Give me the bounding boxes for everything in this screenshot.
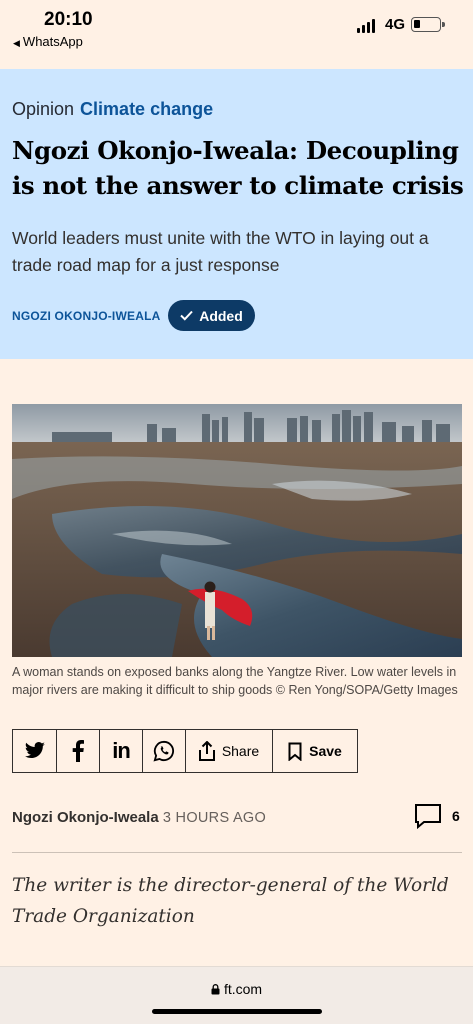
twitter-icon [24,742,45,759]
back-to-app-link[interactable]: ◀ WhatsApp [13,34,83,49]
comment-icon [415,804,441,830]
facebook-icon [72,740,84,762]
signal-icon [357,19,375,33]
article-main-image [12,404,462,657]
follow-added-button[interactable]: Added [168,300,255,331]
share-twitter-button[interactable] [13,730,57,772]
share-facebook-button[interactable] [57,730,100,772]
divider [12,852,462,853]
article-kicker: Opinion Climate change [12,99,213,120]
follow-added-label: Added [199,307,243,324]
comments-button[interactable] [414,803,442,834]
author-tag-link[interactable]: NGOZI OKONJO-IWEALA [12,309,160,323]
back-arrow-icon: ◀ [13,38,20,48]
article-headline: Ngozi Okonjo-Iweala: Decoupling is not t… [12,136,464,200]
byline-author-link[interactable]: Ngozi Okonjo-Iweala [12,809,159,826]
image-caption: A woman stands on exposed banks along th… [12,665,458,697]
share-button[interactable]: Share [186,730,273,772]
share-icon [198,741,215,761]
bookmark-icon [288,742,302,761]
home-indicator[interactable] [152,1009,322,1014]
battery-icon [411,17,445,32]
save-button[interactable]: Save [273,730,357,772]
lock-icon [211,984,220,995]
check-icon [180,310,193,321]
kicker-topic-link[interactable]: Climate change [80,99,213,119]
url-bar[interactable]: ft.com [0,981,473,997]
url-text: ft.com [223,981,263,997]
status-time: 20:10 [44,9,93,30]
share-linkedin-button[interactable]: in [100,730,143,772]
comment-count[interactable]: 6 [452,808,460,824]
byline: Ngozi Okonjo-Iweala 3 HOURS AGO [12,809,266,826]
kicker-opinion-link[interactable]: Opinion [12,99,74,119]
writer-note: The writer is the director-general of th… [12,875,449,927]
network-type: 4G [385,16,406,33]
share-whatsapp-button[interactable] [143,730,186,772]
whatsapp-icon [153,740,175,762]
browser-bottom-bar: ft.com [0,966,473,1024]
linkedin-icon: in [112,738,131,763]
article-header: Opinion Climate change Ngozi Okonjo-Iweal… [0,69,473,359]
share-label: Share [221,743,260,759]
save-label: Save [309,743,342,759]
byline-time: 3 HOURS AGO [162,810,267,826]
share-toolbar: in Share Save [12,729,358,773]
back-app-label: WhatsApp [22,34,83,49]
status-bar: 20:10 ◀ WhatsApp 4G [0,0,473,68]
article-standfirst: World leaders must unite with the WTO in… [12,228,429,275]
